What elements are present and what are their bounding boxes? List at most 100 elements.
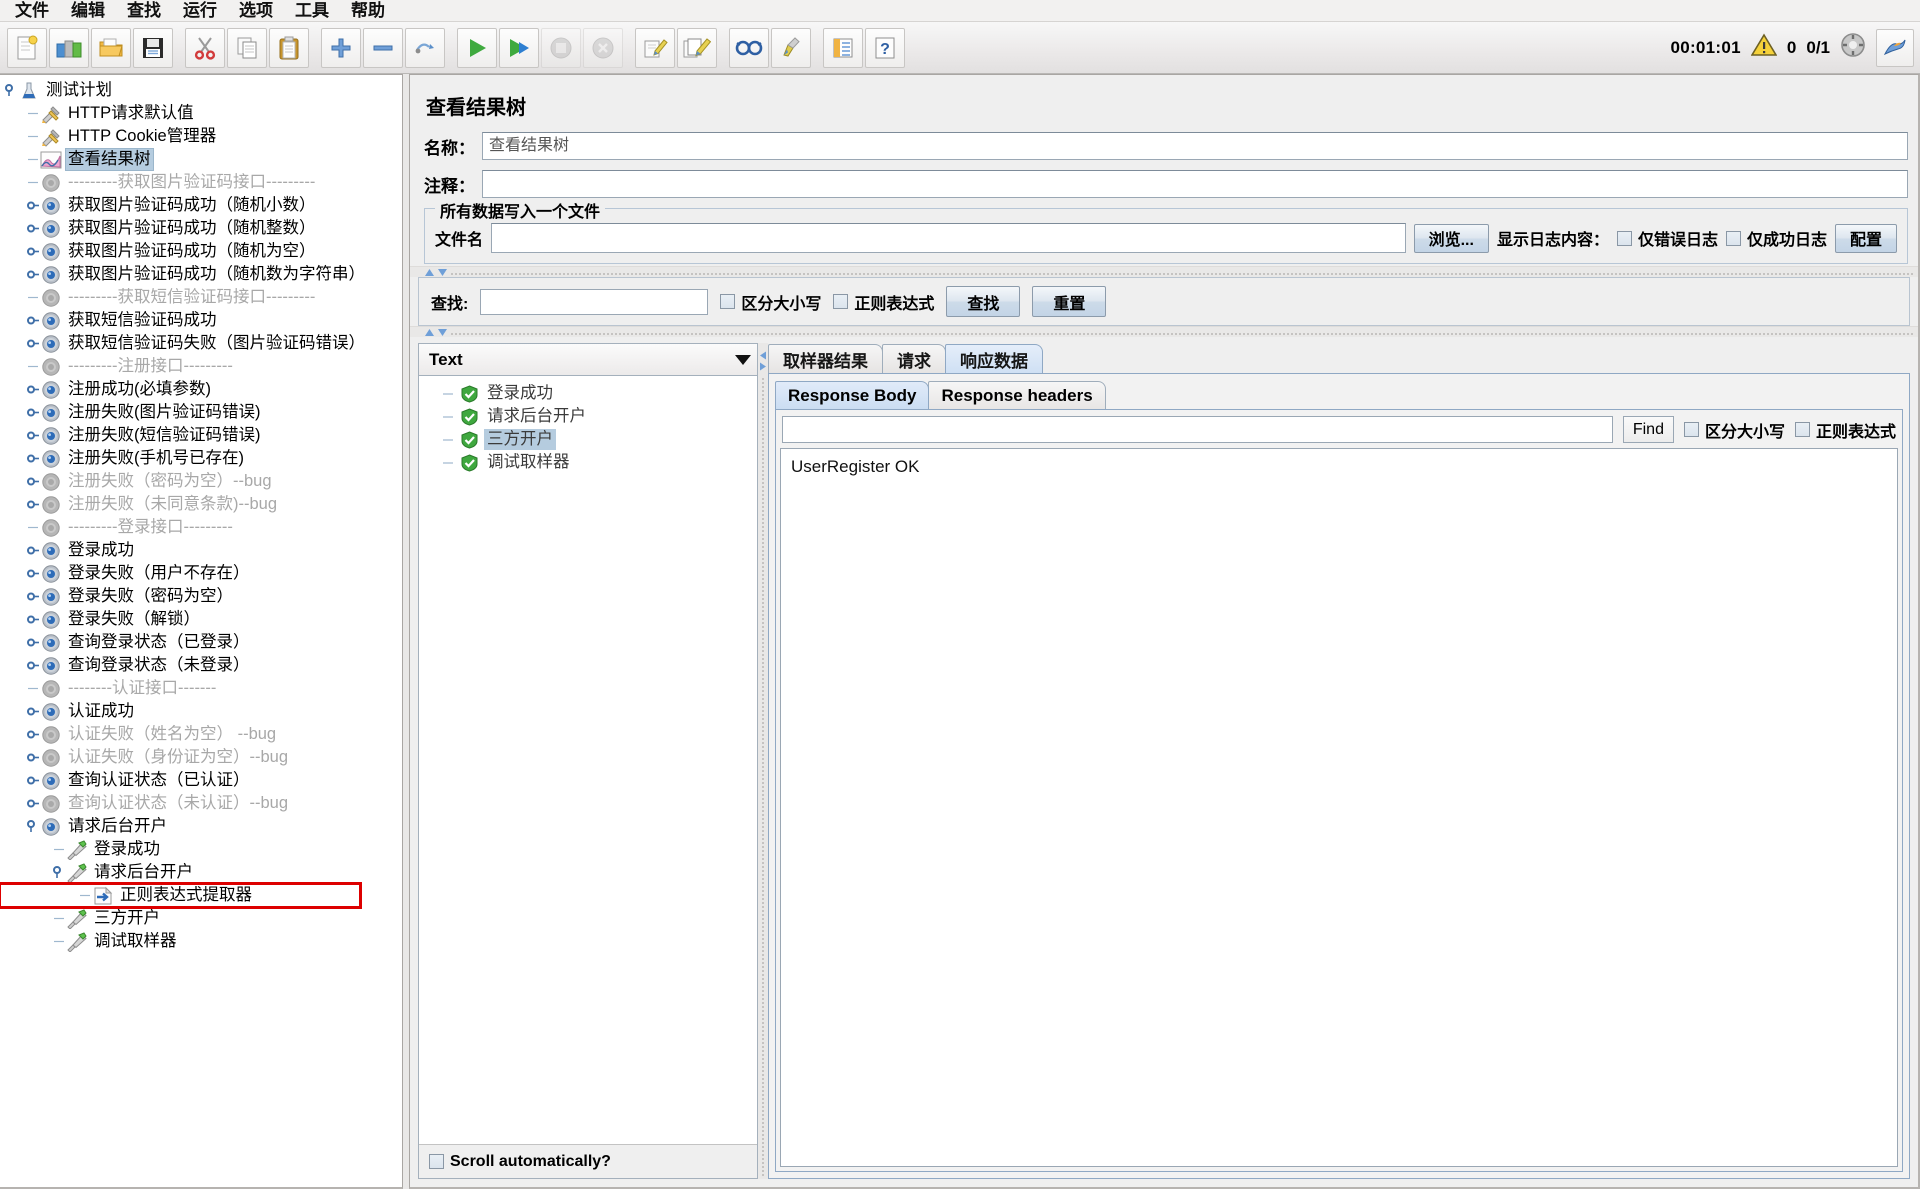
tree-node[interactable]: 注册失败（未同意条款)--bug <box>0 493 402 516</box>
tree-expand-handle-closed[interactable] <box>26 401 40 424</box>
browse-button[interactable]: 浏览... <box>1413 223 1489 253</box>
toggle-icon[interactable] <box>405 27 445 68</box>
detail-tab[interactable]: 请求 <box>882 344 946 373</box>
scroll-automatically-checkbox[interactable]: Scroll automatically? <box>429 1153 611 1171</box>
tree-expand-handle-closed[interactable] <box>26 608 40 631</box>
sample-result-item[interactable]: 三方开户 <box>429 428 757 451</box>
name-input[interactable]: 查看结果树 <box>482 132 1908 160</box>
sample-result-item[interactable]: 登录成功 <box>429 382 757 405</box>
scroll-automatically-box[interactable] <box>429 1154 444 1169</box>
tree-node[interactable]: 三方开户 <box>0 907 402 930</box>
tree-node[interactable]: --------认证接口------- <box>0 677 402 700</box>
sample-result-list[interactable]: 登录成功 请求后台开户 三方开户 调试取样器 <box>419 376 757 1144</box>
menu-item-options[interactable]: 选项 <box>228 0 284 22</box>
tree-node[interactable]: 注册失败（密码为空）--bug <box>0 470 402 493</box>
tree-node[interactable]: 获取图片验证码成功（随机数为字符串） <box>0 263 402 286</box>
search-reset-button[interactable]: 重置 <box>1032 286 1107 317</box>
tree-expand-handle-closed[interactable] <box>26 654 40 677</box>
comment-input[interactable] <box>482 170 1908 198</box>
tree-expand-handle-closed[interactable] <box>26 769 40 792</box>
tree-node[interactable]: 获取短信验证码失败（图片验证码错误） <box>0 332 402 355</box>
help-icon[interactable]: ? <box>865 27 905 68</box>
tree-node[interactable]: 查看结果树 <box>0 148 402 171</box>
tree-node[interactable]: 获取短信验证码成功 <box>0 309 402 332</box>
reset-search-icon[interactable] <box>771 27 811 68</box>
menu-item-tools[interactable]: 工具 <box>284 0 340 22</box>
response-case-sensitive-checkbox[interactable]: 区分大小写 <box>1683 418 1785 442</box>
start-icon[interactable] <box>457 27 497 68</box>
tree-node[interactable]: 登录成功 <box>0 838 402 861</box>
test-plan-tree-panel[interactable]: 测试计划 HTTP请求默认值 HTTP Cookie管理器 查看结果树 --------… <box>0 74 403 1189</box>
configure-button[interactable]: 配置 <box>1834 223 1897 253</box>
response-subtab[interactable]: Response headers <box>928 381 1106 409</box>
tree-node[interactable]: 查询登录状态（已登录） <box>0 631 402 654</box>
tree-expand-handle-closed[interactable] <box>26 493 40 516</box>
chevron-right-icon[interactable] <box>759 362 767 371</box>
splitter-top[interactable] <box>410 266 1918 277</box>
new-icon[interactable] <box>7 27 47 68</box>
search-case-sensitive-checkbox[interactable]: 区分大小写 <box>720 290 821 314</box>
response-subtab[interactable]: Response Body <box>775 381 930 409</box>
menu-item-help[interactable]: 帮助 <box>340 0 396 22</box>
tree-node[interactable]: 登录失败（解锁） <box>0 608 402 631</box>
menu-item-search[interactable]: 查找 <box>116 0 172 22</box>
function-helper-icon[interactable] <box>823 27 863 68</box>
search-input[interactable] <box>480 288 709 315</box>
expand-icon[interactable] <box>321 27 361 68</box>
start-no-pause-icon[interactable] <box>499 27 539 68</box>
errors-only-checkbox[interactable]: 仅错误日志 <box>1616 226 1718 250</box>
tree-node[interactable]: 注册失败(图片验证码错误) <box>0 401 402 424</box>
search-case-sensitive-box[interactable] <box>720 294 736 309</box>
tree-node[interactable]: ---------获取图片验证码接口--------- <box>0 171 402 194</box>
tree-node[interactable]: 登录失败（密码为空） <box>0 585 402 608</box>
tree-node[interactable]: HTTP Cookie管理器 <box>0 125 402 148</box>
chevron-left-icon[interactable] <box>759 351 767 360</box>
errors-only-checkbox-box[interactable] <box>1616 230 1632 246</box>
splitter-arrows-middle[interactable] <box>424 328 448 337</box>
response-regex-box[interactable] <box>1794 422 1810 437</box>
open-icon[interactable] <box>91 27 131 68</box>
tree-expand-handle-closed[interactable] <box>26 792 40 815</box>
tree-expand-handle-closed[interactable] <box>26 447 40 470</box>
tree-node[interactable]: 登录成功 <box>0 539 402 562</box>
tree-expand-handle-closed[interactable] <box>26 194 40 217</box>
tree-expand-handle-closed[interactable] <box>26 700 40 723</box>
tree-node[interactable]: 获取图片验证码成功（随机整数） <box>0 217 402 240</box>
tree-expand-handle-closed[interactable] <box>26 539 40 562</box>
response-regex-checkbox[interactable]: 正则表达式 <box>1794 418 1896 442</box>
menu-item-file[interactable]: 文件 <box>4 0 60 22</box>
tree-node[interactable]: 注册失败(短信验证码错误) <box>0 424 402 447</box>
clear-icon[interactable] <box>635 27 675 68</box>
detail-tab[interactable]: 响应数据 <box>945 344 1043 373</box>
response-find-button[interactable]: Find <box>1622 416 1674 443</box>
tree-node[interactable]: HTTP请求默认值 <box>0 102 402 125</box>
filename-input[interactable] <box>491 223 1406 253</box>
tree-node[interactable]: 调试取样器 <box>0 930 402 953</box>
response-body-text[interactable]: UserRegister OK <box>780 448 1898 1167</box>
tree-node[interactable]: 查询认证状态（已认证） <box>0 769 402 792</box>
tree-node[interactable]: ---------获取短信验证码接口--------- <box>0 286 402 309</box>
save-icon[interactable] <box>133 27 173 68</box>
test-plan-tree[interactable]: 测试计划 HTTP请求默认值 HTTP Cookie管理器 查看结果树 --------… <box>0 75 402 953</box>
response-find-input[interactable] <box>782 416 1613 443</box>
tree-expand-handle-open[interactable] <box>52 861 66 884</box>
warning-triangle-icon[interactable] <box>1750 33 1778 62</box>
tree-expand-handle-closed[interactable] <box>26 217 40 240</box>
tree-node[interactable]: 登录失败（用户不存在） <box>0 562 402 585</box>
splitter-vertical[interactable] <box>758 343 768 1179</box>
collapse-icon[interactable] <box>363 27 403 68</box>
tree-expand-handle-closed[interactable] <box>26 562 40 585</box>
search-regex-box[interactable] <box>833 294 849 309</box>
tree-node[interactable]: 获取图片验证码成功（随机为空） <box>0 240 402 263</box>
success-only-checkbox[interactable]: 仅成功日志 <box>1725 226 1827 250</box>
sample-result-item[interactable]: 请求后台开户 <box>429 405 757 428</box>
menu-item-run[interactable]: 运行 <box>172 0 228 22</box>
tree-expand-handle-closed[interactable] <box>26 746 40 769</box>
detail-tab[interactable]: 取样器结果 <box>768 344 883 373</box>
jmeter-logo-icon[interactable] <box>1876 28 1914 67</box>
tree-node[interactable]: 正则表达式提取器 <box>0 882 362 909</box>
search-find-button[interactable]: 查找 <box>946 286 1021 317</box>
tree-expand-handle-closed[interactable] <box>26 585 40 608</box>
tree-expand-handle-closed[interactable] <box>26 723 40 746</box>
error-circle-icon[interactable] <box>1840 32 1866 63</box>
